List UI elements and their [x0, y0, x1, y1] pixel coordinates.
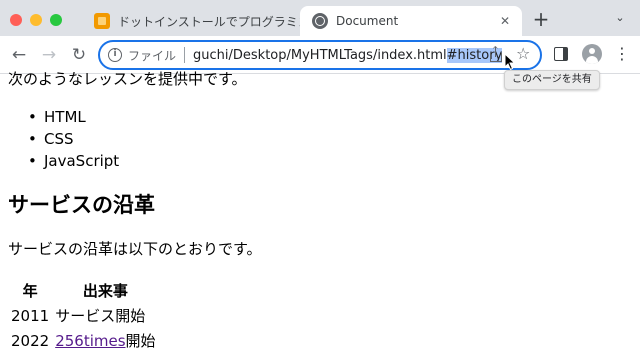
- history-paragraph: サービスの沿革は以下のとおりです。: [8, 240, 262, 258]
- table-header-row: 年 出来事: [8, 278, 159, 303]
- page-content: 次のようなレッスンを提供中です。 HTML CSS JavaScript サービ…: [0, 68, 640, 360]
- tab-document[interactable]: Document ✕: [300, 6, 522, 36]
- cell-year: 2022: [11, 331, 50, 350]
- tab-title: Document: [336, 14, 399, 28]
- list-item: CSS: [28, 128, 119, 150]
- info-icon[interactable]: i: [108, 48, 122, 62]
- new-tab-button[interactable]: +: [530, 8, 552, 30]
- table-row: 2022 256times開始: [8, 328, 159, 353]
- window-close-button[interactable]: [10, 14, 22, 26]
- url-text[interactable]: guchi/Desktop/MyHTMLTags/index.html#hist…: [193, 47, 503, 63]
- column-header-year: 年: [22, 282, 38, 300]
- forward-arrow-icon[interactable]: →: [38, 44, 60, 66]
- lesson-list: HTML CSS JavaScript: [28, 106, 119, 172]
- dotinstall-favicon-icon: [94, 13, 110, 29]
- tab-strip: ドットインストールでプログラミング Document ✕ + ⌄: [0, 0, 640, 36]
- cell-year: 2011: [11, 306, 50, 325]
- table-row: 2011 サービス開始: [8, 303, 159, 328]
- side-panel-icon[interactable]: [554, 47, 568, 61]
- divider: [184, 47, 186, 63]
- url-path: guchi/Desktop/MyHTMLTags/index.html: [193, 47, 447, 63]
- cell-event: サービス開始: [55, 307, 146, 325]
- address-bar[interactable]: i ファイル guchi/Desktop/MyHTMLTags/index.ht…: [98, 40, 542, 70]
- cell-event-suffix: 開始: [125, 332, 156, 350]
- window-zoom-button[interactable]: [50, 14, 62, 26]
- share-tooltip: このページを共有: [504, 70, 600, 90]
- scheme-label: ファイル: [128, 48, 177, 63]
- intro-text: 次のようなレッスンを提供中です。: [8, 70, 247, 88]
- share-icon[interactable]: ^: [488, 46, 504, 63]
- bookmark-star-icon[interactable]: ☆: [516, 44, 530, 63]
- profile-avatar-icon[interactable]: [582, 44, 602, 64]
- more-menu-icon[interactable]: ⋮: [614, 44, 630, 64]
- back-arrow-icon[interactable]: ←: [8, 44, 30, 66]
- globe-icon: [312, 13, 328, 29]
- reload-icon[interactable]: ↻: [68, 44, 90, 66]
- column-header-event: 出来事: [82, 282, 128, 300]
- tab-title: ドットインストールでプログラミング: [118, 14, 300, 29]
- close-icon[interactable]: ✕: [496, 12, 514, 30]
- 256times-link[interactable]: 256times: [55, 332, 125, 350]
- tab-dotinstall[interactable]: ドットインストールでプログラミング: [84, 6, 300, 36]
- window-minimize-button[interactable]: [30, 14, 42, 26]
- list-item: JavaScript: [28, 150, 119, 172]
- history-heading: サービスの沿革: [8, 193, 155, 217]
- history-table: 年 出来事 2011 サービス開始 2022 256times開始: [8, 278, 159, 353]
- cell-event: 256times開始: [52, 328, 158, 353]
- list-item: HTML: [28, 106, 119, 128]
- tab-search-chevron-icon[interactable]: ⌄: [612, 10, 628, 26]
